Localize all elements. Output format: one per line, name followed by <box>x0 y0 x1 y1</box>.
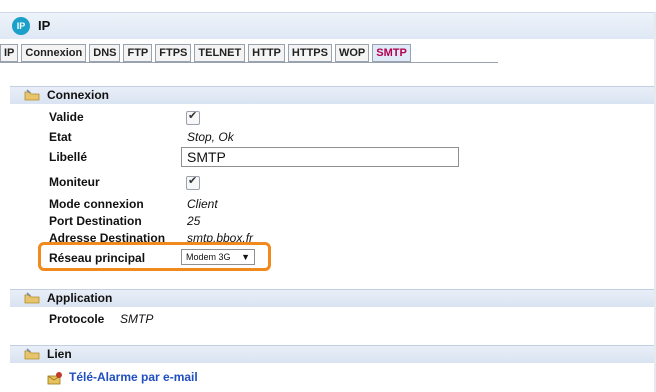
port-destination-value: 25 <box>187 214 201 228</box>
tab-ftps[interactable]: FTPS <box>155 44 192 62</box>
folder-wrench-icon <box>24 348 40 360</box>
etat-value: Stop, Ok <box>187 130 234 144</box>
tab-connexion[interactable]: Connexion <box>21 44 87 62</box>
folder-wrench-icon <box>24 89 40 101</box>
window-title: IP <box>38 18 51 33</box>
alarm-email-icon <box>47 372 62 385</box>
section-header-application[interactable]: Application <box>10 289 656 307</box>
tab-http[interactable]: HTTP <box>248 44 285 62</box>
reseau-principal-value: Modem 3G <box>186 252 231 262</box>
valide-checkbox[interactable]: ✔ <box>186 110 200 125</box>
tele-alarme-email-link[interactable]: Télé-Alarme par e-mail <box>69 370 198 384</box>
libelle-label: Libellé <box>49 150 88 164</box>
reseau-principal-select[interactable]: Modem 3G ▼ <box>181 249 255 265</box>
checkmark-icon: ✔ <box>188 110 198 122</box>
valide-label: Valide <box>49 110 84 124</box>
tab-smtp[interactable]: SMTP <box>372 44 411 62</box>
tab-ip[interactable]: IP <box>0 44 19 62</box>
ip-logo-icon: IP <box>12 17 30 35</box>
tab-https[interactable]: HTTPS <box>287 44 332 62</box>
dropdown-arrow-icon: ▼ <box>241 252 250 262</box>
reseau-principal-label: Réseau principal <box>49 251 146 265</box>
tab-ftp[interactable]: FTP <box>123 44 153 62</box>
protocole-value: SMTP <box>120 312 154 326</box>
section-title-lien: Lien <box>47 347 72 361</box>
section-title-connexion: Connexion <box>47 88 109 102</box>
protocole-label: Protocole <box>49 312 105 326</box>
folder-wrench-icon <box>24 292 40 304</box>
checkmark-icon: ✔ <box>188 175 198 187</box>
section-header-connexion[interactable]: Connexion <box>10 86 656 104</box>
mode-connexion-value: Client <box>187 197 218 211</box>
tab-bar: IP Connexion DNS FTP FTPS TELNET HTTP HT… <box>0 44 414 62</box>
section-header-lien[interactable]: Lien <box>10 345 656 363</box>
moniteur-label: Moniteur <box>49 175 100 189</box>
tab-telnet[interactable]: TELNET <box>194 44 246 62</box>
mode-connexion-label: Mode connexion <box>49 197 144 211</box>
tab-dns[interactable]: DNS <box>89 44 121 62</box>
tab-divider <box>0 62 498 63</box>
moniteur-checkbox[interactable]: ✔ <box>186 175 200 190</box>
tab-wop[interactable]: WOP <box>334 44 370 62</box>
libelle-input[interactable] <box>181 147 459 167</box>
port-destination-label: Port Destination <box>49 214 142 228</box>
section-title-application: Application <box>47 291 113 305</box>
window-titlebar: IP IP <box>0 12 656 39</box>
etat-label: Etat <box>49 130 72 144</box>
